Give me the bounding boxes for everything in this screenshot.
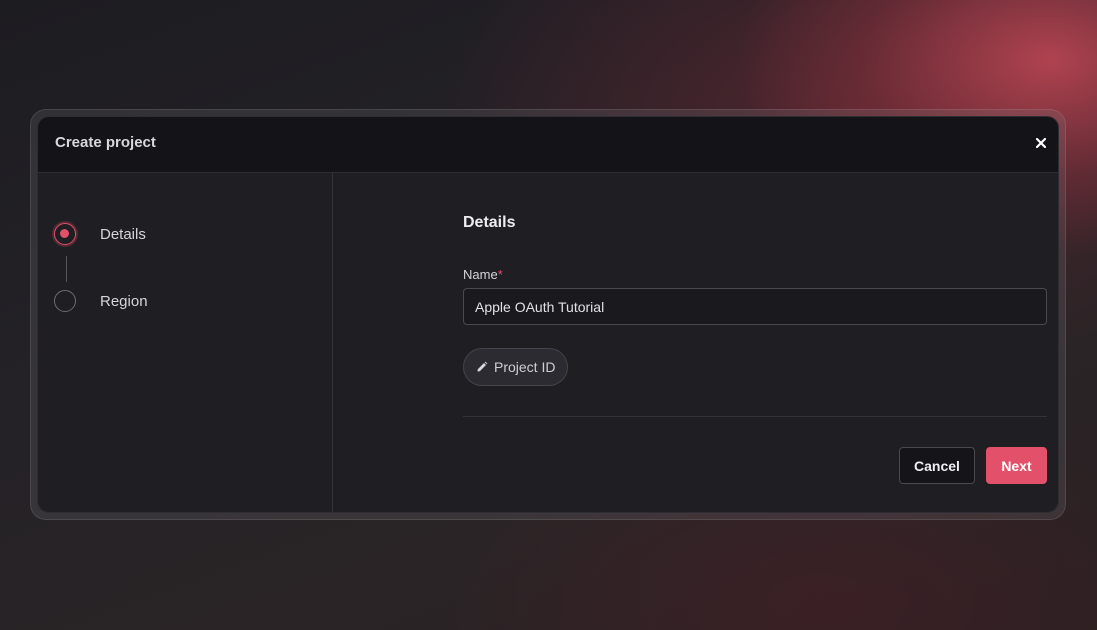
step-indicator-inactive [54,290,76,312]
step-region[interactable]: Region [54,288,148,314]
next-button[interactable]: Next [986,447,1047,484]
name-label-text: Name [463,267,498,282]
step-connector [66,256,67,282]
name-field-label: Name* [463,267,503,282]
details-form: Details Name* Project ID Cancel Next [463,173,1048,512]
step-label: Details [100,225,146,243]
name-input[interactable] [463,288,1047,325]
project-id-label: Project ID [494,359,556,375]
step-label: Region [100,292,148,310]
create-project-dialog: Create project Details Region Details Na… [37,116,1059,513]
steps-sidebar: Details Region [38,173,333,512]
project-id-button[interactable]: Project ID [463,348,569,386]
step-details[interactable]: Details [54,221,146,247]
dialog-title: Create project [55,134,156,151]
section-title: Details [463,214,516,231]
pencil-icon [476,361,488,373]
required-marker: * [497,267,503,282]
close-icon [1035,137,1047,149]
step-indicator-active [54,223,76,245]
dialog-header: Create project [38,117,1058,173]
cancel-button[interactable]: Cancel [899,447,975,484]
divider [463,416,1047,417]
close-button[interactable] [1033,135,1049,151]
